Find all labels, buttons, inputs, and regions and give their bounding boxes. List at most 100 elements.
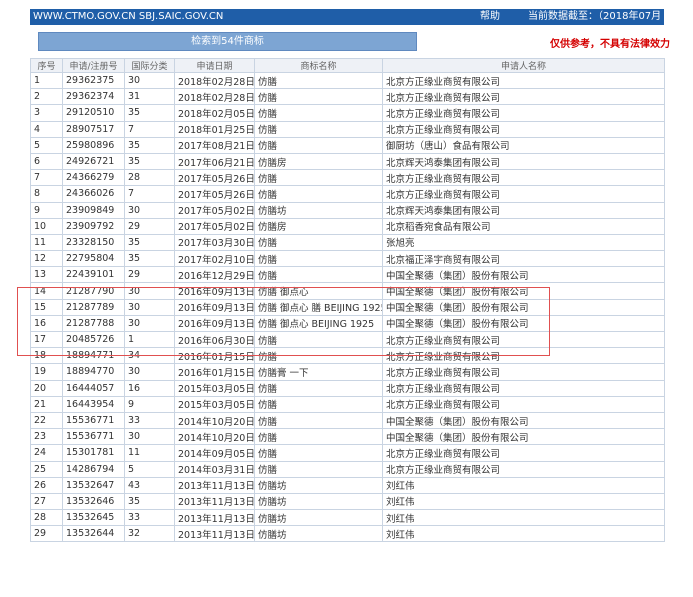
registration-number-link[interactable]: 23909849	[62, 201, 125, 219]
application-date: 2016年09月13日	[174, 282, 255, 300]
intl-class: 31	[124, 88, 175, 106]
trademark-name-link[interactable]: 仿膳坊	[254, 509, 383, 527]
registration-number-link[interactable]: 18894771	[62, 347, 125, 365]
trademark-name-link[interactable]: 仿膳房	[254, 217, 383, 235]
intl-class: 35	[124, 104, 175, 122]
registration-number-link[interactable]: 28907517	[62, 120, 125, 138]
registration-number-link[interactable]: 15536771	[62, 411, 125, 430]
registration-number-link[interactable]: 18894770	[62, 363, 125, 381]
trademark-name-link[interactable]: 仿膳 御点心 膳 BEIJING 1925	[254, 298, 383, 316]
trademark-name-link[interactable]: 仿膳	[254, 169, 383, 187]
trademark-name-link[interactable]: 仿膳	[254, 120, 383, 138]
col-header-mark: 商标名称	[254, 58, 383, 73]
registration-number-link[interactable]: 16444057	[62, 379, 125, 397]
registration-number-link[interactable]: 21287790	[62, 282, 125, 300]
trademark-name-link[interactable]: 仿膳	[254, 250, 383, 268]
registration-number-link[interactable]: 13532644	[62, 525, 125, 543]
applicant-name: 北京方正缘业商贸有限公司	[382, 185, 665, 203]
row-number: 3	[30, 104, 63, 122]
applicant-name: 北京方正缘业商贸有限公司	[382, 347, 665, 365]
registration-number-link[interactable]: 15301781	[62, 444, 125, 462]
registration-number-link[interactable]: 23328150	[62, 233, 125, 252]
trademark-name-link[interactable]: 仿膳	[254, 330, 383, 349]
application-date: 2013年11月13日	[174, 476, 255, 494]
registration-number-link[interactable]: 29362374	[62, 88, 125, 106]
applicant-name: 张旭亮	[382, 233, 665, 252]
intl-class: 30	[124, 201, 175, 219]
trademark-name-link[interactable]: 仿膳	[254, 136, 383, 154]
help-link[interactable]: 帮助	[480, 9, 500, 25]
application-date: 2017年06月21日	[174, 152, 255, 171]
application-date: 2013年11月13日	[174, 509, 255, 527]
row-number: 9	[30, 201, 63, 219]
table-row: 15 21287789 30 2016年09月13日 仿膳 御点心 膳 BEIJING …	[30, 298, 665, 316]
trademark-name-link[interactable]: 仿膳坊	[254, 201, 383, 219]
table-row: 17 20485726 1 2016年06月30日 仿膳 北京方正缘业商贸有限公司	[30, 330, 665, 349]
registration-number-link[interactable]: 23909792	[62, 217, 125, 235]
row-number: 22	[30, 411, 63, 430]
trademark-name-link[interactable]: 仿膳	[254, 411, 383, 430]
row-number: 26	[30, 476, 63, 494]
applicant-name: 中国全聚德（集团）股份有限公司	[382, 282, 665, 300]
registration-number-link[interactable]: 13532646	[62, 492, 125, 511]
application-date: 2016年12月29日	[174, 266, 255, 284]
table-row: 2 29362374 31 2018年02月28日 仿膳 北京方正缘业商贸有限公司	[30, 88, 665, 106]
intl-class: 29	[124, 266, 175, 284]
registration-number-link[interactable]: 13532645	[62, 509, 125, 527]
applicant-name: 中国全聚德（集团）股份有限公司	[382, 266, 665, 284]
trademark-name-link[interactable]: 仿膳坊	[254, 476, 383, 494]
intl-class: 16	[124, 379, 175, 397]
registration-number-link[interactable]: 22439101	[62, 266, 125, 284]
registration-number-link[interactable]: 24366279	[62, 169, 125, 187]
trademark-name-link[interactable]: 仿膳	[254, 460, 383, 478]
registration-number-link[interactable]: 25980896	[62, 136, 125, 154]
applicant-name: 中国全聚德（集团）股份有限公司	[382, 411, 665, 430]
trademark-name-link[interactable]: 仿膳	[254, 395, 383, 413]
applicant-name: 北京方正缘业商贸有限公司	[382, 363, 665, 381]
registration-number-link[interactable]: 16443954	[62, 395, 125, 413]
trademark-name-link[interactable]: 仿膳	[254, 428, 383, 446]
applicant-name: 中国全聚德（集团）股份有限公司	[382, 428, 665, 446]
registration-number-link[interactable]: 21287788	[62, 314, 125, 333]
row-number: 10	[30, 217, 63, 235]
trademark-name-link[interactable]: 仿膳坊	[254, 525, 383, 543]
registration-number-link[interactable]: 22795804	[62, 250, 125, 268]
trademark-name-link[interactable]: 仿膳	[254, 379, 383, 397]
trademark-name-link[interactable]: 仿膳	[254, 71, 383, 90]
row-number: 6	[30, 152, 63, 171]
registration-number-link[interactable]: 14286794	[62, 460, 125, 478]
registration-number-link[interactable]: 29362375	[62, 71, 125, 90]
table-row: 6 24926721 35 2017年06月21日 仿膳房 北京辉天鸿泰集团有限公司	[30, 152, 665, 171]
table-row: 23 15536771 30 2014年10月20日 仿膳 中国全聚德（集团）股份有限公司	[30, 428, 665, 446]
trademark-name-link[interactable]: 仿膳	[254, 233, 383, 252]
application-date: 2016年01月15日	[174, 363, 255, 381]
registration-number-link[interactable]: 29120510	[62, 104, 125, 122]
registration-number-link[interactable]: 24366026	[62, 185, 125, 203]
application-date: 2018年02月05日	[174, 104, 255, 122]
registration-number-link[interactable]: 21287789	[62, 298, 125, 316]
trademark-name-link[interactable]: 仿膳	[254, 88, 383, 106]
trademark-name-link[interactable]: 仿膳 御点心 BEIJING 1925	[254, 314, 383, 333]
trademark-name-link[interactable]: 仿膳	[254, 347, 383, 365]
applicant-name: 北京方正缘业商贸有限公司	[382, 71, 665, 90]
table-row: 1 29362375 30 2018年02月28日 仿膳 北京方正缘业商贸有限公司	[30, 71, 665, 90]
trademark-name-link[interactable]: 仿膳膏 一下	[254, 363, 383, 381]
trademark-name-link[interactable]: 仿膳房	[254, 152, 383, 171]
applicant-name: 中国全聚德（集团）股份有限公司	[382, 298, 665, 316]
registration-number-link[interactable]: 20485726	[62, 330, 125, 349]
trademark-name-link[interactable]: 仿膳 御点心	[254, 282, 383, 300]
trademark-name-link[interactable]: 仿膳	[254, 444, 383, 462]
col-header-applicant: 申请人名称	[382, 58, 665, 73]
application-date: 2014年03月31日	[174, 460, 255, 478]
row-number: 13	[30, 266, 63, 284]
application-date: 2014年10月20日	[174, 411, 255, 430]
applicant-name: 北京方正缘业商贸有限公司	[382, 330, 665, 349]
intl-class: 35	[124, 136, 175, 154]
registration-number-link[interactable]: 15536771	[62, 428, 125, 446]
trademark-name-link[interactable]: 仿膳	[254, 266, 383, 284]
trademark-name-link[interactable]: 仿膳坊	[254, 492, 383, 511]
trademark-name-link[interactable]: 仿膳	[254, 185, 383, 203]
trademark-name-link[interactable]: 仿膳	[254, 104, 383, 122]
registration-number-link[interactable]: 13532647	[62, 476, 125, 494]
registration-number-link[interactable]: 24926721	[62, 152, 125, 171]
